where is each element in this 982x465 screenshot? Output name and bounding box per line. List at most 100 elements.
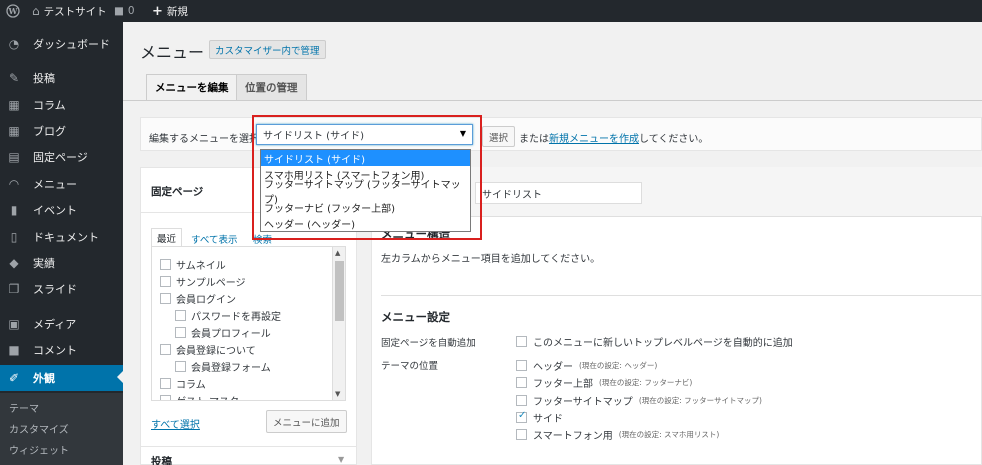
pages-panel-title[interactable]: 固定ページ xyxy=(151,184,203,199)
sidebar-item-posts[interactable]: ✎ 投稿 xyxy=(0,66,123,90)
page-title: メニュー xyxy=(140,43,205,62)
sidebar-item-comments[interactable]: ■ コメント xyxy=(0,338,123,362)
location-checkbox[interactable] xyxy=(516,360,527,371)
location-name: スマートフォン用 xyxy=(533,431,613,442)
page-item[interactable]: 会員登録について xyxy=(160,342,256,357)
page-item[interactable]: 会員登録フォーム xyxy=(175,359,271,374)
location-option[interactable]: スマートフォン用 (現在の設定: スマホ用リスト) xyxy=(516,427,719,442)
page-checkbox[interactable] xyxy=(160,276,171,287)
comments-link[interactable]: ■ 0 xyxy=(114,0,135,22)
gauge-icon: ◠ xyxy=(8,177,20,191)
pages-checklist: サムネイル サンプルページ 会員ログイン パスワードを再設定 会員プロフィール … xyxy=(151,246,346,401)
sidebar-item-label: 実績 xyxy=(33,257,55,270)
sidebar-item-label: ブログ xyxy=(33,125,66,138)
scroll-down-icon[interactable]: ▼ xyxy=(335,390,340,398)
page-checkbox[interactable] xyxy=(175,361,186,372)
sidebar-item-label: スライド xyxy=(33,283,77,296)
plus-icon: + xyxy=(152,3,163,19)
comment-icon: ■ xyxy=(114,5,124,17)
sidebar-item-slides[interactable]: ❐ スライド xyxy=(0,277,123,301)
page-checkbox[interactable] xyxy=(160,344,171,355)
page-checkbox[interactable] xyxy=(160,259,171,270)
page-item[interactable]: パスワードを再設定 xyxy=(175,308,281,323)
tab-edit-menus[interactable]: メニューを編集 xyxy=(146,74,238,100)
sidebar-item-blog[interactable]: ▦ ブログ xyxy=(0,119,123,143)
sidebar-item-label: ドキュメント xyxy=(33,231,99,244)
menu-name-input[interactable]: サイドリスト xyxy=(475,182,642,204)
sidebar-item-menu[interactable]: ◠ メニュー xyxy=(0,172,123,196)
sidebar-item-label: コメント xyxy=(33,344,77,357)
sidebar-item-label: 外観 xyxy=(33,372,55,385)
location-option[interactable]: ✓ サイド xyxy=(516,410,563,425)
sidebar-item-works[interactable]: ◆ 実績 xyxy=(0,251,123,275)
page-icon: ▤ xyxy=(8,150,20,164)
sidebar-item-events[interactable]: ▮ イベント xyxy=(0,198,123,222)
auto-add-option[interactable]: このメニューに新しいトップレベルページを自動的に追加 xyxy=(516,334,793,349)
location-name: フッターサイトマップ xyxy=(533,397,633,408)
wordpress-logo-icon[interactable]: W xyxy=(6,0,20,22)
theme-location-label: テーマの位置 xyxy=(381,361,439,372)
location-checkbox[interactable]: ✓ xyxy=(516,410,527,423)
main-content: メニュー カスタマイザー内で管理 メニューを編集 位置の管理 編集するメニューを… xyxy=(123,22,982,465)
highlight-box xyxy=(252,115,482,240)
select-button[interactable]: 選択 xyxy=(482,126,516,147)
subtab-recent[interactable]: 最近 xyxy=(151,228,183,247)
page-label: サンプルページ xyxy=(176,278,246,289)
sidebar-item-media[interactable]: ▣ メディア xyxy=(0,312,123,336)
page-item[interactable]: サムネイル xyxy=(160,257,226,272)
sidebar-item-label: メニュー xyxy=(33,178,77,191)
page-label: パスワードを再設定 xyxy=(191,312,281,323)
page-item[interactable]: コラム xyxy=(160,376,206,391)
site-name-link[interactable]: ⌂ テストサイト xyxy=(32,0,107,22)
page-item[interactable]: ゲスト マスク xyxy=(160,393,239,400)
location-option[interactable]: フッター上部 (現在の設定: フッターナビ) xyxy=(516,375,692,390)
sidebar-item-label: ダッシュボード xyxy=(33,38,110,51)
comments-count: 0 xyxy=(127,5,135,17)
submenu-item-themes[interactable]: テーマ xyxy=(9,400,39,415)
page-item[interactable]: 会員ログイン xyxy=(160,291,236,306)
submenu-item-widgets[interactable]: ウィジェット xyxy=(9,442,69,457)
submenu-item-customize[interactable]: カスタマイズ xyxy=(9,421,69,436)
customizer-button[interactable]: カスタマイザー内で管理 xyxy=(209,40,326,59)
site-name: テストサイト xyxy=(43,5,107,18)
sidebar-item-appearance[interactable]: ✐ 外観 xyxy=(0,365,123,391)
scroll-up-icon[interactable]: ▲ xyxy=(335,249,340,257)
page-checkbox[interactable] xyxy=(160,395,171,400)
add-to-menu-button[interactable]: メニューに追加 xyxy=(266,410,347,433)
tab-manage-locations[interactable]: 位置の管理 xyxy=(236,74,307,100)
sidebar-item-pages[interactable]: ▤ 固定ページ xyxy=(0,145,123,169)
location-option[interactable]: ヘッダー (現在の設定: ヘッダー) xyxy=(516,358,657,373)
location-checkbox[interactable] xyxy=(516,377,527,388)
checklist-scrollbar[interactable]: ▲ ▼ xyxy=(332,247,345,400)
admin-bar: W ⌂ テストサイト ■ 0 + 新規 xyxy=(0,0,982,22)
tab-divider xyxy=(123,100,982,101)
subtab-view-all[interactable]: すべて表示 xyxy=(191,232,237,246)
new-content-link[interactable]: + 新規 xyxy=(152,0,188,22)
location-checkbox[interactable] xyxy=(516,395,527,406)
create-menu-link[interactable]: 新規メニューを作成 xyxy=(549,134,639,145)
auto-add-checkbox[interactable] xyxy=(516,336,527,347)
book-icon: ▮ xyxy=(10,203,18,217)
sidebar-item-column[interactable]: ▦ コラム xyxy=(0,93,123,117)
home-icon: ⌂ xyxy=(32,4,40,18)
page-item[interactable]: 会員プロフィール xyxy=(175,325,271,340)
pushpin-icon: ✎ xyxy=(8,71,20,85)
page-label: 会員登録フォーム xyxy=(191,363,271,374)
location-option[interactable]: フッターサイトマップ (現在の設定: フッターサイトマップ) xyxy=(516,393,762,408)
page-checkbox[interactable] xyxy=(175,310,186,321)
sidebar-item-documents[interactable]: ▯ ドキュメント xyxy=(0,225,123,249)
sidebar-item-label: 投稿 xyxy=(33,72,55,85)
posts-panel-title[interactable]: 投稿 xyxy=(151,454,172,465)
page-checkbox[interactable] xyxy=(160,293,171,304)
sidebar-item-label: 固定ページ xyxy=(33,151,88,164)
page-item[interactable]: サンプルページ xyxy=(160,274,246,289)
sidebar-item-dashboard[interactable]: ◔ ダッシュボード xyxy=(0,32,123,56)
location-note: (現在の設定: フッターナビ) xyxy=(599,378,693,387)
suffix-label: してください。 xyxy=(639,134,709,145)
scrollbar-thumb[interactable] xyxy=(335,261,344,321)
select-all-link[interactable]: すべて選択 xyxy=(151,416,200,431)
expand-arrow-icon[interactable]: ▼ xyxy=(338,455,344,464)
page-checkbox[interactable] xyxy=(175,327,186,338)
page-checkbox[interactable] xyxy=(160,378,171,389)
location-checkbox[interactable] xyxy=(516,429,527,440)
